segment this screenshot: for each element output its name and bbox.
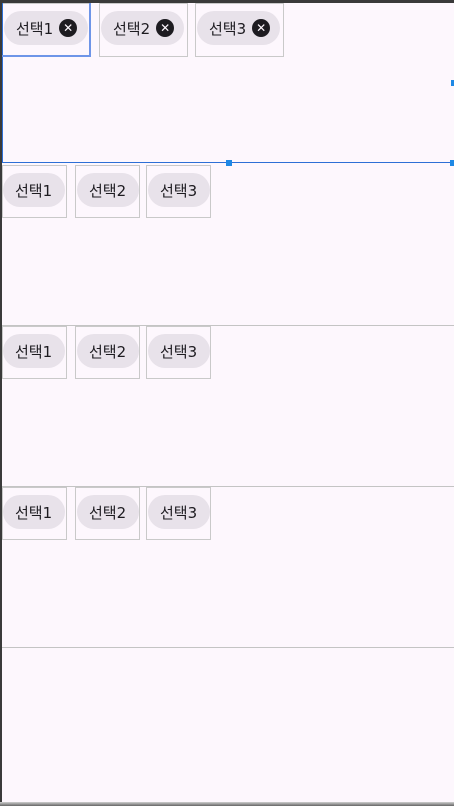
chip-2[interactable]: 선택2	[77, 173, 139, 207]
chip-container-1: 선택1	[2, 487, 67, 540]
chip-container-3: 선택3	[146, 165, 211, 218]
chip-label: 선택2	[89, 181, 127, 200]
chip-container-3: 선택3	[146, 326, 211, 379]
chip-label: 선택2	[89, 503, 127, 522]
chip-3[interactable]: 선택3	[148, 173, 210, 207]
chip-3[interactable]: 선택3	[148, 334, 210, 368]
chip-container-1: 선택1	[2, 165, 67, 218]
chip-2[interactable]: 선택2	[77, 495, 139, 529]
chip-container-2: 선택2	[75, 487, 140, 540]
chip-group-row-2: 선택1 선택2 선택3	[2, 165, 454, 326]
chip-label: 선택1	[15, 503, 53, 522]
chip-group-row-3: 선택1 선택2 선택3	[2, 326, 454, 487]
chip-label: 선택3	[160, 503, 198, 522]
selected-chip-outline	[2, 3, 91, 57]
chip-3[interactable]: 선택3	[148, 495, 210, 529]
chip-label: 선택3	[160, 342, 198, 361]
chip-group-row-4: 선택1 선택2 선택3	[2, 487, 454, 648]
chip-label: 선택2	[89, 342, 127, 361]
chip-container-1: 선택1	[2, 326, 67, 379]
chip-container-3: 선택3	[146, 487, 211, 540]
window-bottom-edge	[0, 802, 454, 806]
chip-1[interactable]: 선택1	[3, 173, 65, 207]
chip-1[interactable]: 선택1	[3, 495, 65, 529]
chip-label: 선택3	[160, 181, 198, 200]
chip-label: 선택1	[15, 181, 53, 200]
chip-1[interactable]: 선택1	[3, 334, 65, 368]
row-divider	[2, 647, 454, 648]
chip-2[interactable]: 선택2	[77, 334, 139, 368]
chip-container-2: 선택2	[75, 165, 140, 218]
chip-container-2: 선택2	[75, 326, 140, 379]
chip-label: 선택1	[15, 342, 53, 361]
